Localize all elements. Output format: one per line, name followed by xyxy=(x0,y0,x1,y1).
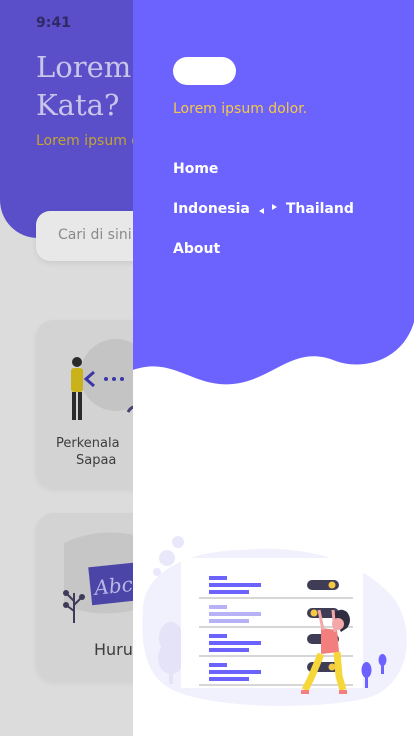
drawer-tagline: Lorem ipsum dolor. xyxy=(173,101,308,117)
status-time: 9:41 xyxy=(36,15,71,31)
drawer-header-blob xyxy=(133,0,414,385)
nav-lang-to: Thailand xyxy=(285,201,354,217)
card-greetings-label-line1: Perkenala xyxy=(56,436,120,451)
nav-home-label: Home xyxy=(173,161,219,177)
app-logo xyxy=(173,57,236,85)
drawer-illustration xyxy=(142,536,407,706)
svg-text:Abc: Abc xyxy=(91,572,134,600)
hero-title-line2: Kata? xyxy=(36,88,120,122)
nav-language-pair[interactable]: Indonesia Thailand xyxy=(173,201,354,217)
nav-home[interactable]: Home xyxy=(173,161,218,177)
nav-lang-from: Indonesia xyxy=(173,201,250,217)
hero-subtitle: Lorem ipsum d xyxy=(36,133,141,149)
navigation-drawer: Lorem ipsum dolor. Home Indonesia Thaila… xyxy=(133,0,414,736)
card-greetings-label-line2: Sapaa xyxy=(76,453,117,468)
nav-about-label: About xyxy=(173,241,221,257)
swap-arrows-icon xyxy=(258,204,277,214)
nav-about[interactable]: About xyxy=(173,241,220,257)
